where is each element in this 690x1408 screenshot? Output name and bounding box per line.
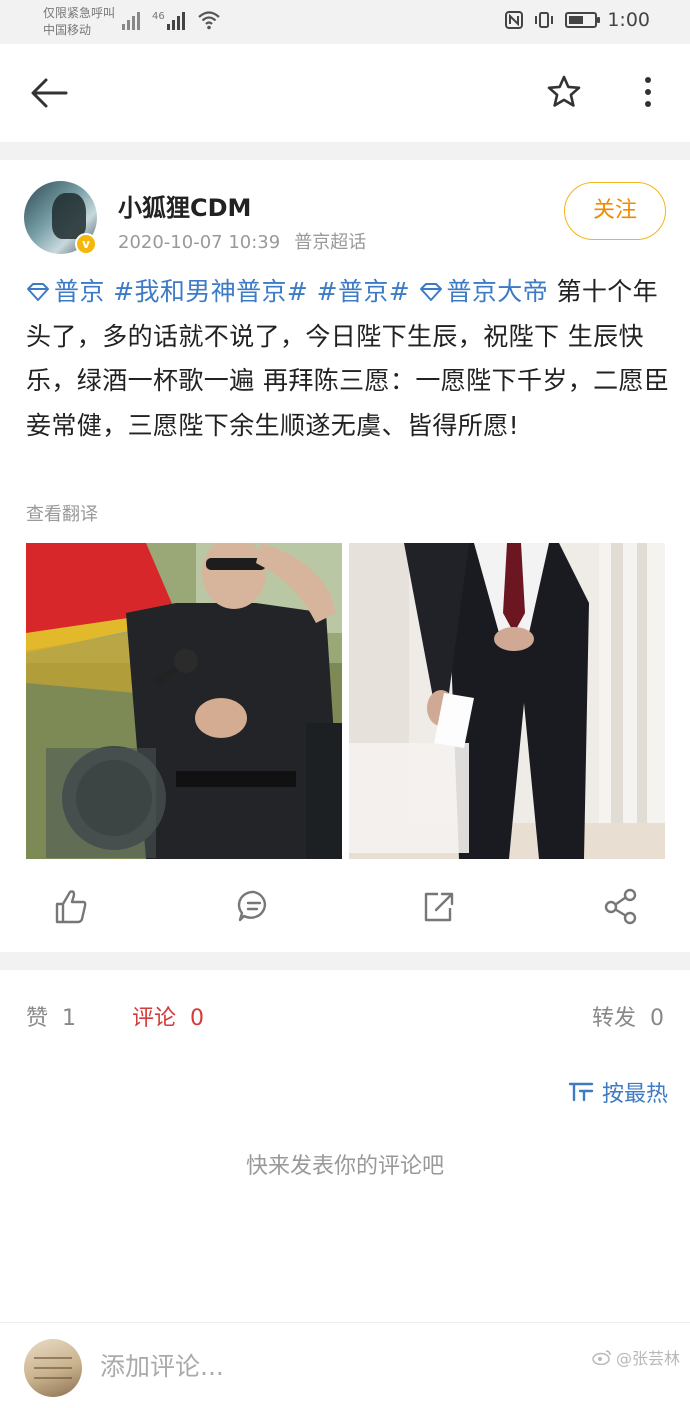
suit-photo (349, 543, 665, 859)
clock: 1:00 (607, 9, 650, 31)
topic-label: 普京大帝 (446, 277, 549, 306)
follow-button[interactable]: 关注 (564, 182, 666, 240)
vibrate-icon (535, 12, 554, 28)
empty-comments-text: 快来发表你的评论吧 (245, 1154, 444, 1179)
post-timestamp: 2020-10-07 10:39 (118, 232, 281, 253)
my-avatar (24, 1339, 82, 1397)
post-meta: 2020-10-07 10:39 普京超话 (118, 228, 366, 254)
post-image-1[interactable] (26, 543, 342, 859)
share-external-icon[interactable] (420, 886, 456, 926)
signal-bars-2-icon (166, 10, 185, 30)
reposts-count: 0 (650, 1006, 664, 1031)
sort-button[interactable]: 按最热 (568, 1076, 668, 1108)
share-nodes-icon[interactable] (603, 886, 639, 926)
motorcycle-photo (26, 543, 342, 859)
carrier-info: 仅限紧急呼叫 中国移动 (43, 5, 115, 39)
diamond-icon (27, 283, 49, 301)
post-image-2[interactable] (349, 543, 665, 859)
post-card: v 小狐狸CDM 2020-10-07 10:39 普京超话 关注 普京 #我和男… (0, 160, 690, 952)
reposts-label: 转发 (591, 1006, 636, 1031)
signal-bars-icon (122, 10, 140, 30)
post-text: 普京 #我和男神普京# #普京# 普京大帝 第十个年头了，多的话就不说了，今日陛… (26, 270, 671, 448)
hashtag-link-1[interactable]: #我和男神普京# (113, 277, 308, 306)
add-comment-input[interactable]: 添加评论... (100, 1347, 224, 1383)
likes-count: 1 (62, 1006, 77, 1031)
reposts-tab[interactable]: 转发 0 (592, 1000, 664, 1032)
signal-indicators: 46 (122, 10, 221, 30)
topic-label: 普京 (54, 277, 105, 306)
topic-link-putin-emperor[interactable]: 普京大帝 (419, 277, 549, 306)
interaction-stats: 赞1 评论 0 转发 0 (0, 970, 690, 1060)
watermark: @张芸林 (592, 1345, 680, 1369)
comments-count: 0 (190, 1006, 205, 1031)
nfc-icon (505, 11, 524, 29)
comments-label: 评论 (132, 1006, 177, 1031)
post-source[interactable]: 普京超话 (294, 232, 366, 253)
weibo-post-page: 仅限紧急呼叫 中国移动 46 1:00 v 小狐狸CDM 2020-10-07 … (0, 0, 690, 1408)
comments-section: 按最热 快来发表你的评论吧 (0, 1060, 690, 1322)
like-icon[interactable] (53, 886, 89, 926)
likes-label: 赞 (26, 1006, 49, 1031)
status-right: 1:00 (505, 9, 650, 31)
likes-tab[interactable]: 赞1 (26, 1000, 76, 1032)
diamond-icon (419, 283, 442, 301)
wifi-icon (197, 11, 220, 30)
topic-link-putin[interactable]: 普京 (26, 277, 105, 306)
battery-icon (565, 12, 601, 28)
verified-badge-icon: v (75, 233, 97, 255)
comment-icon[interactable] (236, 886, 272, 926)
post-action-bar (0, 886, 690, 936)
emergency-only-text: 仅限紧急呼叫 (43, 6, 116, 20)
username[interactable]: 小狐狸CDM (118, 188, 251, 223)
battery-level (569, 16, 584, 24)
comments-tab[interactable]: 评论 0 (132, 1000, 204, 1032)
translate-link[interactable]: 查看翻译 (26, 500, 98, 526)
network-type: 46 (152, 11, 165, 22)
star-outline-icon[interactable] (546, 74, 582, 110)
status-bar: 仅限紧急呼叫 中国移动 46 1:00 (0, 0, 690, 44)
hashtag-link-2[interactable]: #普京# (317, 277, 411, 306)
top-nav-bar (0, 44, 690, 142)
watermark-text: @张芸林 (615, 1349, 680, 1368)
carrier-name: 中国移动 (43, 23, 92, 37)
comment-input-bar: 添加评论... @张芸林 (0, 1322, 690, 1408)
more-vertical-icon[interactable] (636, 72, 660, 112)
weibo-logo-icon (592, 1350, 611, 1365)
sort-label: 按最热 (601, 1082, 668, 1107)
sort-icon (568, 1082, 594, 1102)
back-arrow-icon[interactable] (28, 74, 70, 112)
